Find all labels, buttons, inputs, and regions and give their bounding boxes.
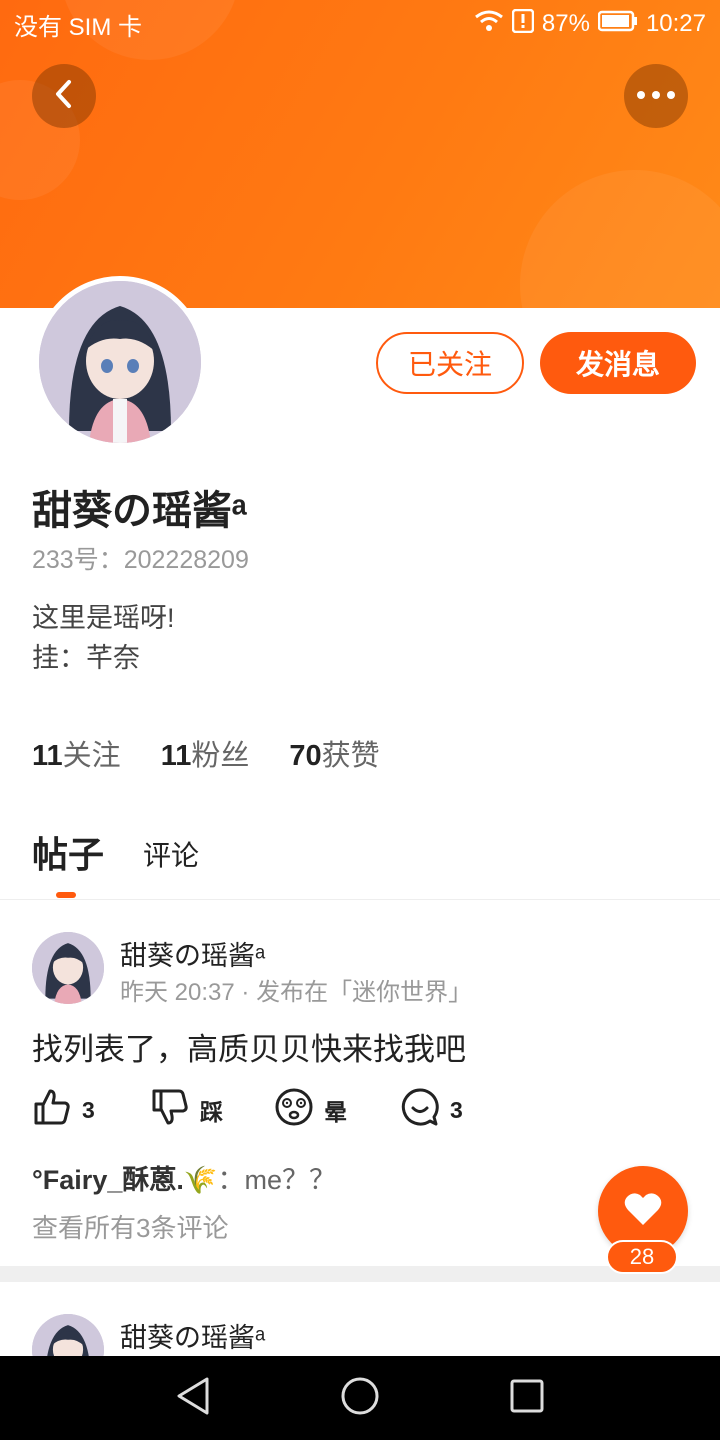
profile-username: 甜葵の瑶酱ᵃ	[32, 489, 248, 533]
nav-back-icon[interactable]	[175, 1376, 211, 1421]
thumb-up-icon	[32, 1087, 82, 1133]
nav-recents-icon[interactable]	[509, 1378, 545, 1419]
battery-percent: 87%	[541, 10, 590, 37]
tab-comments[interactable]: 评论	[143, 834, 199, 874]
stat-following[interactable]: 11关注	[32, 732, 121, 774]
like-button[interactable]: 3	[32, 1088, 150, 1132]
profile-stats: 11关注 11粉丝 70获赞	[32, 732, 380, 774]
post-author-avatar[interactable]	[32, 932, 104, 1004]
comment-separator: ：	[217, 1165, 245, 1195]
system-navigation-bar	[0, 1356, 720, 1440]
profile-id: 233号：202228209	[32, 546, 249, 574]
comment-count: 3	[450, 1096, 463, 1123]
meta-separator: ·	[241, 979, 257, 1006]
nav-home-icon[interactable]	[340, 1376, 380, 1421]
comment-icon	[400, 1087, 450, 1133]
stat-fans[interactable]: 11粉丝	[161, 732, 250, 774]
thumb-down-icon	[150, 1087, 200, 1133]
send-message-button[interactable]: 发消息	[540, 332, 696, 394]
post-actions: 3 踩 晕 3	[32, 1088, 463, 1132]
tab-posts[interactable]: 帖子	[32, 826, 104, 878]
floating-like-count: 28	[606, 1240, 678, 1274]
comment-button[interactable]: 3	[400, 1088, 463, 1132]
dizzy-label: 晕	[324, 1099, 347, 1125]
dislike-label: 踩	[200, 1099, 223, 1125]
tab-active-indicator	[56, 892, 76, 898]
profile-avatar[interactable]	[34, 276, 206, 448]
status-bar: 没有 SIM 卡 87% 10:27	[0, 0, 720, 48]
back-button[interactable]	[32, 64, 96, 128]
post-forum[interactable]: 发布在「迷你世界」	[256, 979, 472, 1006]
stat-likes[interactable]: 70获赞	[289, 732, 379, 774]
stat-label: 获赞	[321, 740, 380, 772]
divider	[0, 899, 720, 900]
post-author-name[interactable]: 甜葵の瑶酱ᵃ	[120, 934, 265, 973]
post-time: 昨天 20:37	[120, 979, 235, 1006]
stat-number: 11	[32, 740, 63, 772]
clock: 10:27	[645, 10, 706, 37]
comment-author[interactable]: °Fairy_酥蒽.🌾	[32, 1165, 217, 1195]
comment-text: me？？	[244, 1165, 336, 1195]
bio-line: 这里是瑶呀!	[32, 603, 175, 633]
stat-number: 70	[289, 740, 322, 772]
top-comment[interactable]: °Fairy_酥蒽.🌾：me？？	[32, 1158, 336, 1197]
more-button[interactable]	[624, 64, 688, 128]
view-all-comments-link[interactable]: 查看所有3条评论	[32, 1208, 228, 1245]
more-icon	[636, 87, 676, 105]
dislike-button[interactable]: 踩	[150, 1088, 274, 1132]
back-icon	[52, 78, 76, 115]
followed-button[interactable]: 已关注	[376, 332, 524, 394]
like-count: 3	[82, 1096, 95, 1123]
bio-line: 挂：芊奈	[32, 643, 140, 673]
stat-label: 关注	[62, 740, 121, 772]
battery-icon	[597, 10, 638, 39]
profile-bio: 这里是瑶呀! 挂：芊奈	[32, 598, 175, 678]
stat-label: 粉丝	[191, 740, 250, 772]
dizzy-button[interactable]: 晕	[274, 1088, 400, 1132]
alert-icon	[511, 8, 535, 40]
post-meta: 昨天 20:37 · 发布在「迷你世界」	[120, 972, 472, 1007]
dizzy-icon	[274, 1087, 324, 1133]
post-text[interactable]: 找列表了，高质贝贝快来找我吧	[32, 1024, 466, 1069]
wifi-icon	[474, 9, 504, 40]
stat-number: 11	[160, 740, 192, 772]
post-author-name[interactable]: 甜葵の瑶酱ᵃ	[120, 1316, 265, 1355]
heart-icon	[623, 1191, 663, 1232]
carrier-text: 没有 SIM 卡	[14, 13, 143, 41]
